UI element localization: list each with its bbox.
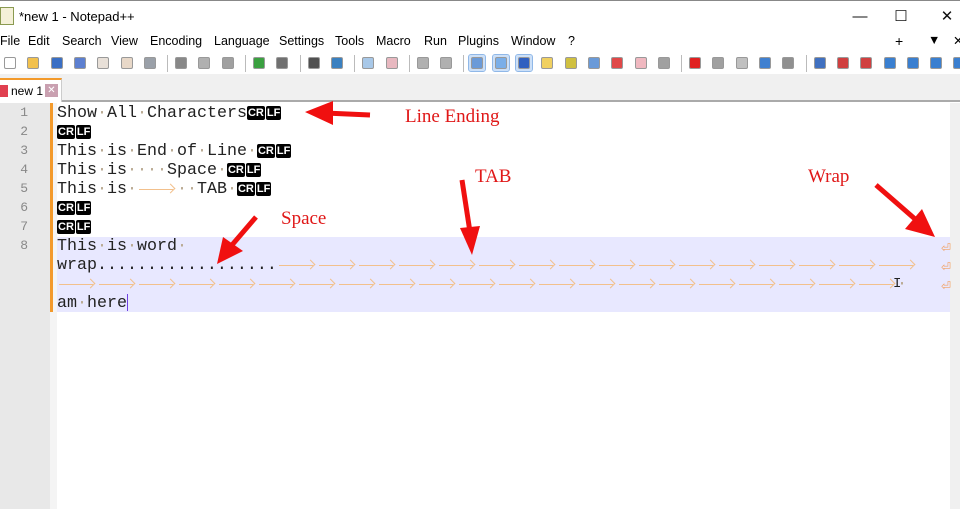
annotation-tab: TAB [475, 166, 512, 187]
annotation-space: Space [281, 208, 327, 229]
wrap-symbol-icon: ⏎ [941, 241, 952, 255]
annotation-arrows [217, 101, 935, 264]
wrap-symbol-icon: ⏎ [941, 260, 952, 274]
space-arrowhead [217, 237, 243, 264]
wrap-arrow [874, 183, 917, 221]
space-arrow [230, 215, 258, 247]
tab-arrow [459, 179, 473, 233]
annotation-wrap: Wrap [808, 166, 850, 187]
line-ending-arrowhead [305, 101, 333, 125]
wrap-symbol-icon: ⏎ [941, 279, 952, 293]
annotation-line-ending: Line Ending [405, 106, 500, 127]
tab-arrowhead [460, 226, 480, 255]
